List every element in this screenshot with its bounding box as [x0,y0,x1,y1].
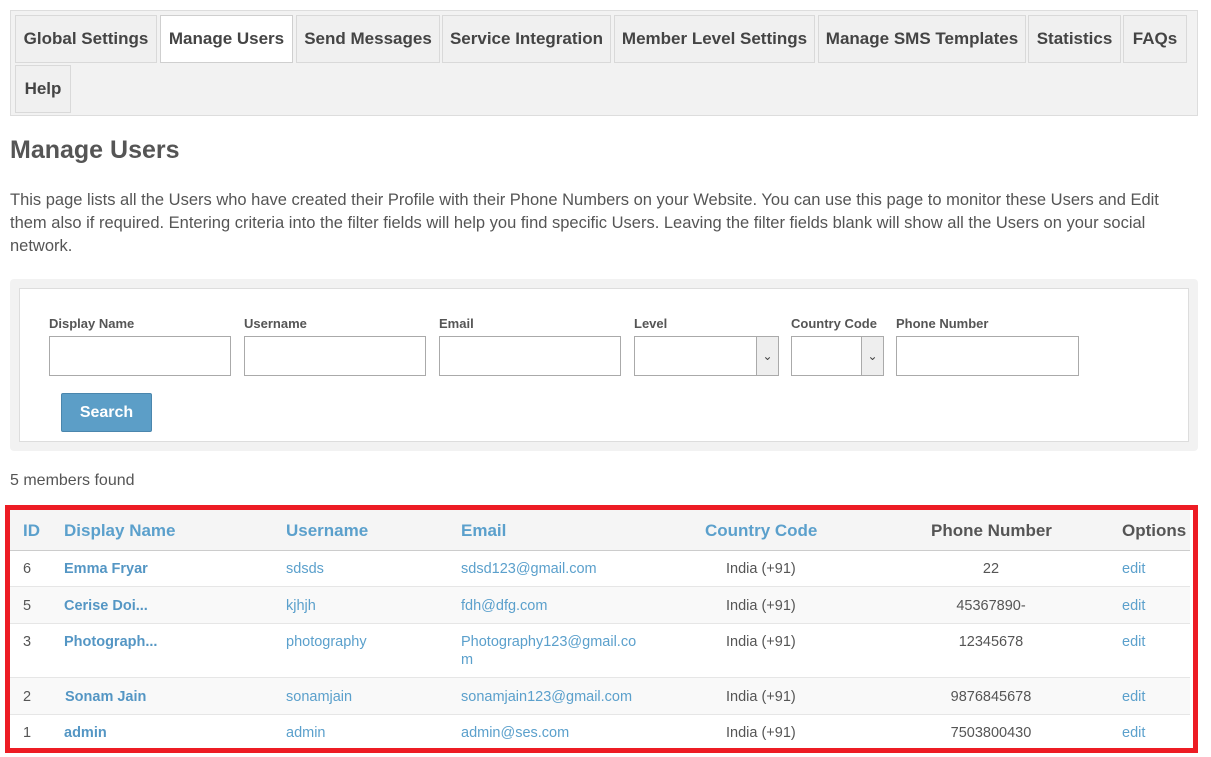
tab-member-level-settings[interactable]: Member Level Settings [614,15,815,63]
edit-link[interactable]: edit [1122,597,1145,615]
table-row: 3 Photograph... photography Photography1… [10,624,1190,678]
user-country-code: India (+91) [726,598,796,614]
filter-form: Display Name Username Email Level ⌄ Coun… [19,288,1189,442]
column-header-id[interactable]: ID [23,521,40,541]
column-header-country-code[interactable]: Country Code [705,521,817,541]
user-phone-number: 22 [982,561,1000,577]
filter-panel: Display Name Username Email Level ⌄ Coun… [10,279,1198,451]
tab-faqs[interactable]: FAQs [1123,15,1187,63]
user-id: 3 [23,634,32,650]
column-header-email[interactable]: Email [461,521,506,541]
members-found-count: 5 members found [10,472,135,489]
table-row: 5 Cerise Doi... kjhjh fdh@dfg.com India … [10,587,1190,624]
column-header-username[interactable]: Username [286,521,368,541]
user-id: 1 [23,725,32,741]
user-country-code: India (+91) [726,634,796,650]
display-name-filter-input[interactable] [49,336,231,376]
table-row: 1 admin admin admin@ses.com India (+91) … [10,715,1190,750]
tab-help[interactable]: Help [15,65,71,113]
admin-tab-bar: Global Settings Manage Users Send Messag… [10,10,1198,116]
chevron-down-icon: ⌄ [861,337,883,375]
table-row: 2 Sonam Jain sonamjain sonamjain123@gmai… [10,678,1190,715]
user-phone-number: 9876845678 [950,689,1032,705]
level-filter-select[interactable]: ⌄ [634,336,779,376]
table-header: ID Display Name Username Email Country C… [10,510,1190,551]
user-phone-number: 45367890- [956,598,1026,614]
user-display-name-link[interactable]: Cerise Doi... [64,597,148,615]
edit-link[interactable]: edit [1122,560,1145,578]
user-country-code: India (+91) [726,561,796,577]
edit-link[interactable]: edit [1122,688,1145,706]
user-display-name-link[interactable]: Photograph... [64,633,157,651]
user-username-link[interactable]: sonamjain [286,688,352,706]
display-name-filter-label: Display Name [49,316,135,331]
user-email-link[interactable]: admin@ses.com [461,724,569,742]
phone-number-filter-input[interactable] [896,336,1079,376]
user-email-link[interactable]: sdsd123@gmail.com [461,560,597,578]
page-description: This page lists all the Users who have c… [10,191,1159,255]
chevron-down-icon: ⌄ [756,337,778,375]
user-email-link[interactable]: Photography123@gmail.com [461,633,639,669]
user-username-link[interactable]: admin [286,724,326,742]
email-filter-label: Email [439,316,474,331]
tab-manage-sms-templates[interactable]: Manage SMS Templates [818,15,1026,63]
user-phone-number: 12345678 [958,634,1024,650]
country-code-filter-label: Country Code [791,316,877,331]
user-display-name-link[interactable]: admin [64,724,107,742]
column-header-options: Options [1122,521,1187,540]
tab-send-messages[interactable]: Send Messages [296,15,440,63]
username-filter-label: Username [244,316,307,331]
user-username-link[interactable]: photography [286,633,367,651]
tab-statistics[interactable]: Statistics [1028,15,1121,63]
user-email-link[interactable]: fdh@dfg.com [461,597,547,615]
user-id: 6 [23,561,32,577]
user-id: 2 [23,689,32,705]
user-username-link[interactable]: kjhjh [286,597,316,615]
level-filter-label: Level [634,316,668,331]
column-header-display-name[interactable]: Display Name [64,521,176,541]
page-title: Manage Users [10,136,180,164]
user-display-name-link[interactable]: Emma Fryar [64,560,148,578]
phone-number-filter-label: Phone Number [896,316,989,331]
tab-service-integration[interactable]: Service Integration [442,15,611,63]
user-username-link[interactable]: sdsds [286,560,324,578]
user-email-link[interactable]: sonamjain123@gmail.com [461,688,632,706]
user-phone-number: 7503800430 [950,725,1032,741]
country-code-filter-select[interactable]: ⌄ [791,336,884,376]
column-header-phone-number: Phone Number [931,521,1052,540]
user-country-code: India (+91) [726,725,796,741]
user-country-code: India (+91) [726,689,796,705]
table-row: 6 Emma Fryar sdsds sdsd123@gmail.com Ind… [10,551,1190,587]
username-filter-input[interactable] [244,336,426,376]
tab-global-settings[interactable]: Global Settings [15,15,157,63]
users-table: ID Display Name Username Email Country C… [10,510,1190,750]
edit-link[interactable]: edit [1122,724,1145,742]
user-id: 5 [23,598,32,614]
search-button[interactable]: Search [61,393,152,432]
tab-manage-users[interactable]: Manage Users [160,15,293,63]
edit-link[interactable]: edit [1122,633,1145,651]
user-display-name-link[interactable]: Sonam Jain [65,688,146,706]
email-filter-input[interactable] [439,336,621,376]
